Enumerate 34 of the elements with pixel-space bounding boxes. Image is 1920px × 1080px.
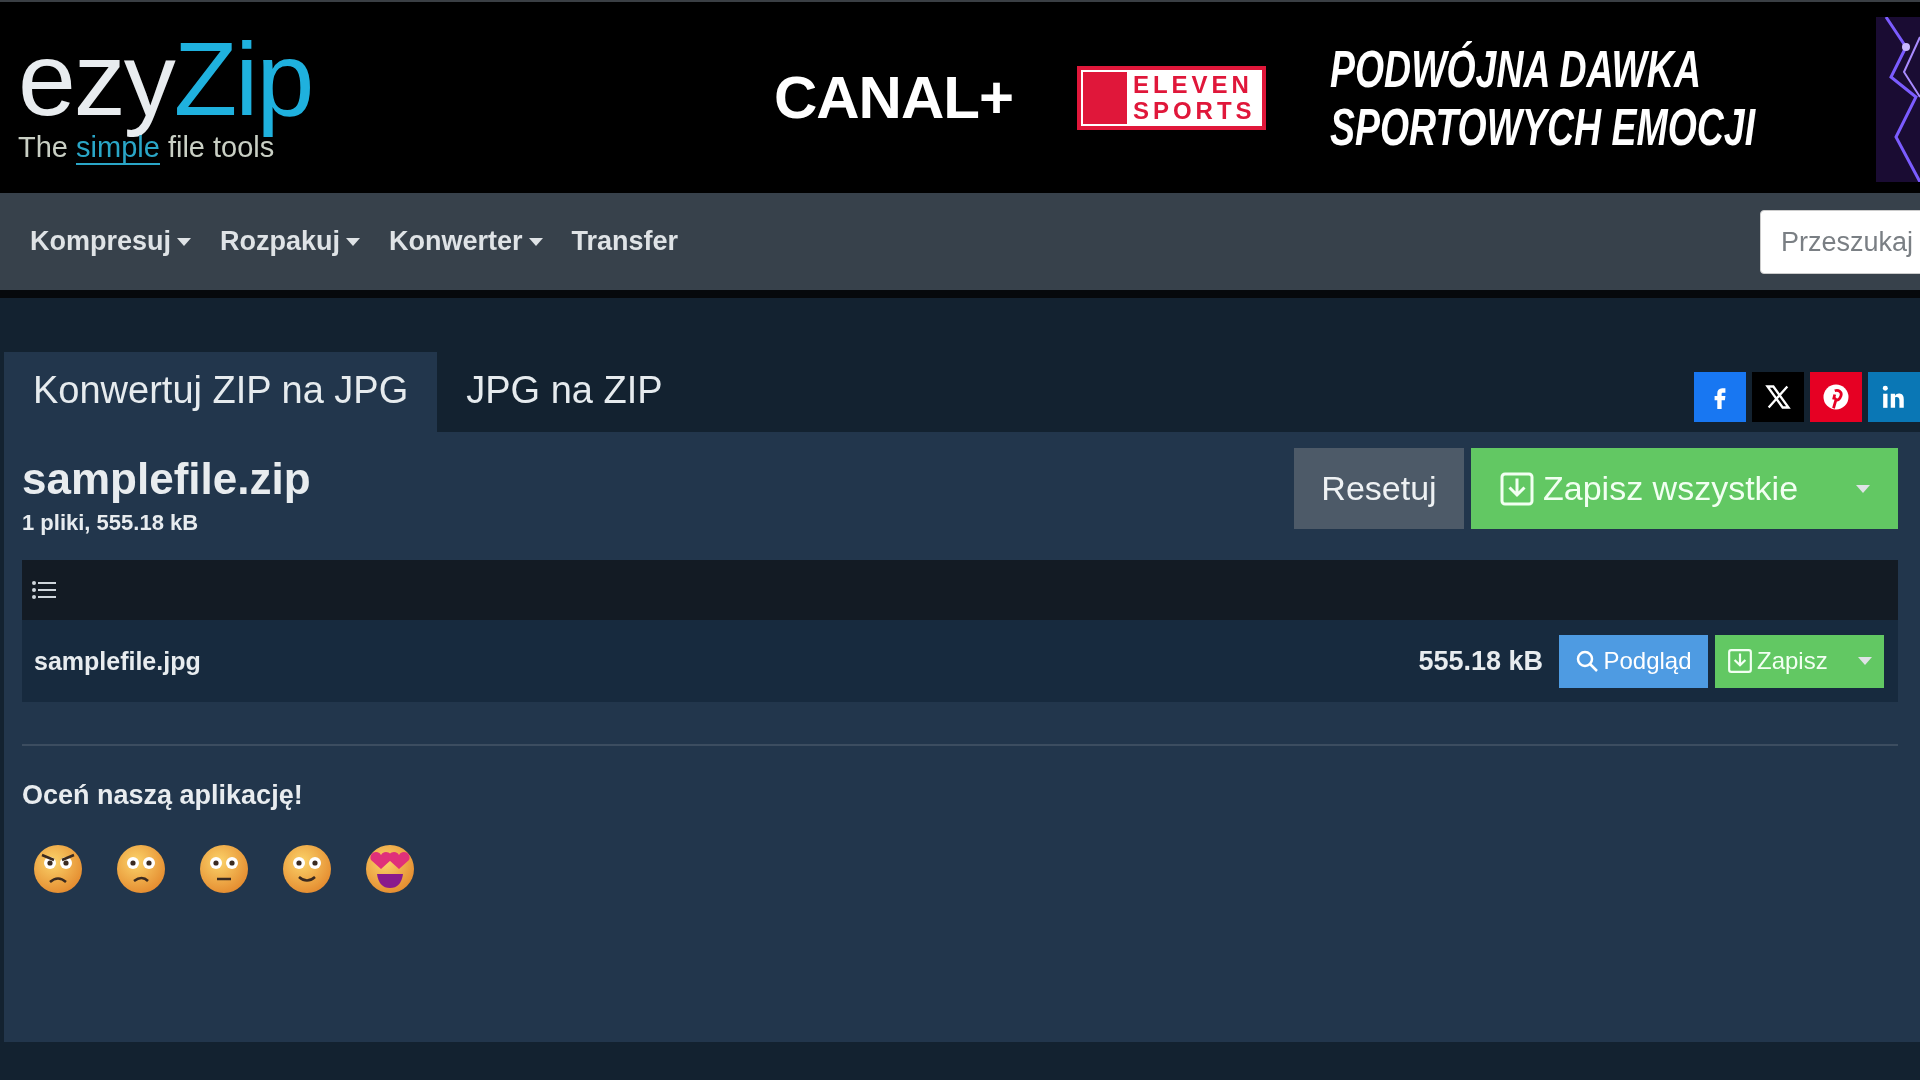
linkedin-icon [1881,384,1907,410]
nav-menu-item[interactable]: Rozpakuj [220,226,361,257]
download-icon [1499,470,1535,507]
search-icon [1575,649,1600,673]
ad-brand-logo[interactable]: CANAL+ [773,63,1013,132]
nav-menu-item[interactable]: Transfer [571,226,679,257]
angry-emoji-icon[interactable] [32,843,84,895]
ad-sports-logo[interactable]: ELEVEN SPORTS [1076,65,1266,130]
sad-emoji-icon[interactable] [115,843,167,895]
nav-menu-item[interactable]: Kompresuj [30,226,192,257]
tab[interactable]: Konwertuj ZIP na JPG [4,352,438,432]
heart-eyes-emoji-icon[interactable] [364,843,416,895]
archive-summary: 1 pliki, 555.18 kB [22,510,200,536]
nav-menu-item[interactable]: Konwerter [389,226,543,257]
linkedin-button[interactable] [1868,372,1920,422]
smiling-emoji-icon[interactable] [281,843,333,895]
archive-title: samplefile.zip [22,454,311,504]
file-name: samplefile.jpg [34,646,202,676]
rating-title: Oceń naszą aplikację! [22,780,304,811]
x-icon [1764,383,1792,411]
tab[interactable]: JPG na ZIP [437,352,692,432]
ad-slogan[interactable]: PODWÓJNA DAWKA SPORTOWYCH EMOCJI [1329,39,1755,156]
reset-button[interactable]: Resetuj [1294,448,1464,529]
pinterest-button[interactable] [1810,372,1862,422]
pinterest-icon [1821,382,1851,412]
search-field[interactable]: Przeszukaj [1760,210,1920,274]
x-button[interactable] [1752,372,1804,422]
neutral-emoji-icon[interactable] [198,843,250,895]
file-size: 555.18 kB [1418,645,1543,677]
caret-icon [1856,484,1870,493]
download-icon [1727,648,1753,674]
list-view-icon[interactable] [32,580,56,600]
facebook-button[interactable] [1694,372,1746,422]
caret-icon [1858,657,1872,665]
